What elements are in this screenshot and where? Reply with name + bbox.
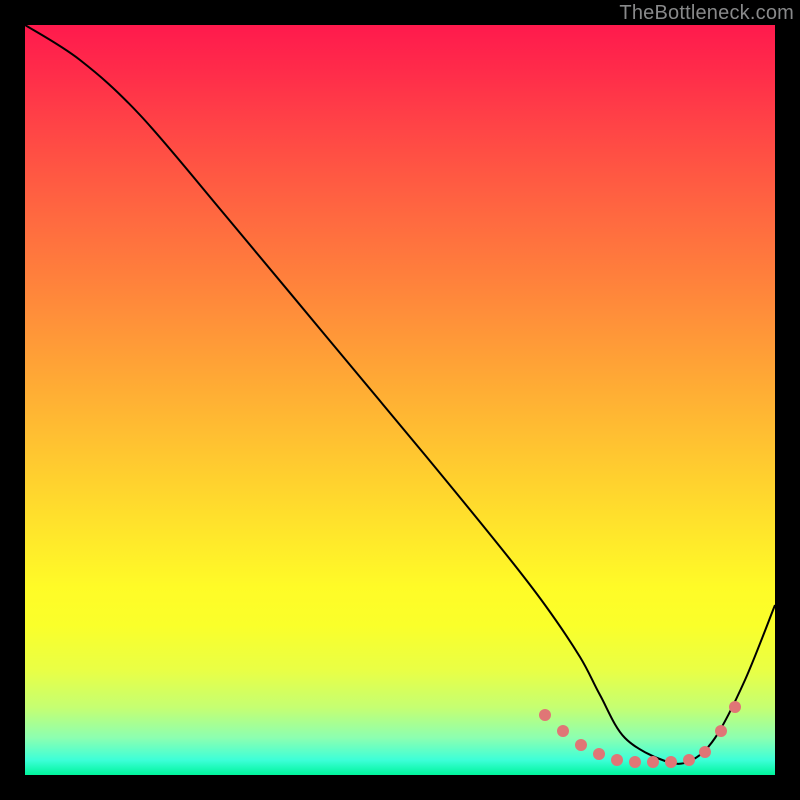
marker-dot xyxy=(665,756,677,768)
marker-dot xyxy=(647,756,659,768)
marker-dot xyxy=(729,701,741,713)
curve-svg xyxy=(25,25,775,775)
marker-dot xyxy=(557,725,569,737)
bottleneck-curve xyxy=(25,25,775,764)
curve-markers xyxy=(539,701,741,768)
marker-dot xyxy=(715,725,727,737)
marker-dot xyxy=(539,709,551,721)
marker-dot xyxy=(593,748,605,760)
marker-dot xyxy=(629,756,641,768)
watermark-text: TheBottleneck.com xyxy=(619,2,794,25)
marker-dot xyxy=(575,739,587,751)
main-curve xyxy=(25,25,775,764)
marker-dot xyxy=(699,746,711,758)
marker-dot xyxy=(683,754,695,766)
marker-dot xyxy=(611,754,623,766)
gradient-plot-area xyxy=(25,25,775,775)
